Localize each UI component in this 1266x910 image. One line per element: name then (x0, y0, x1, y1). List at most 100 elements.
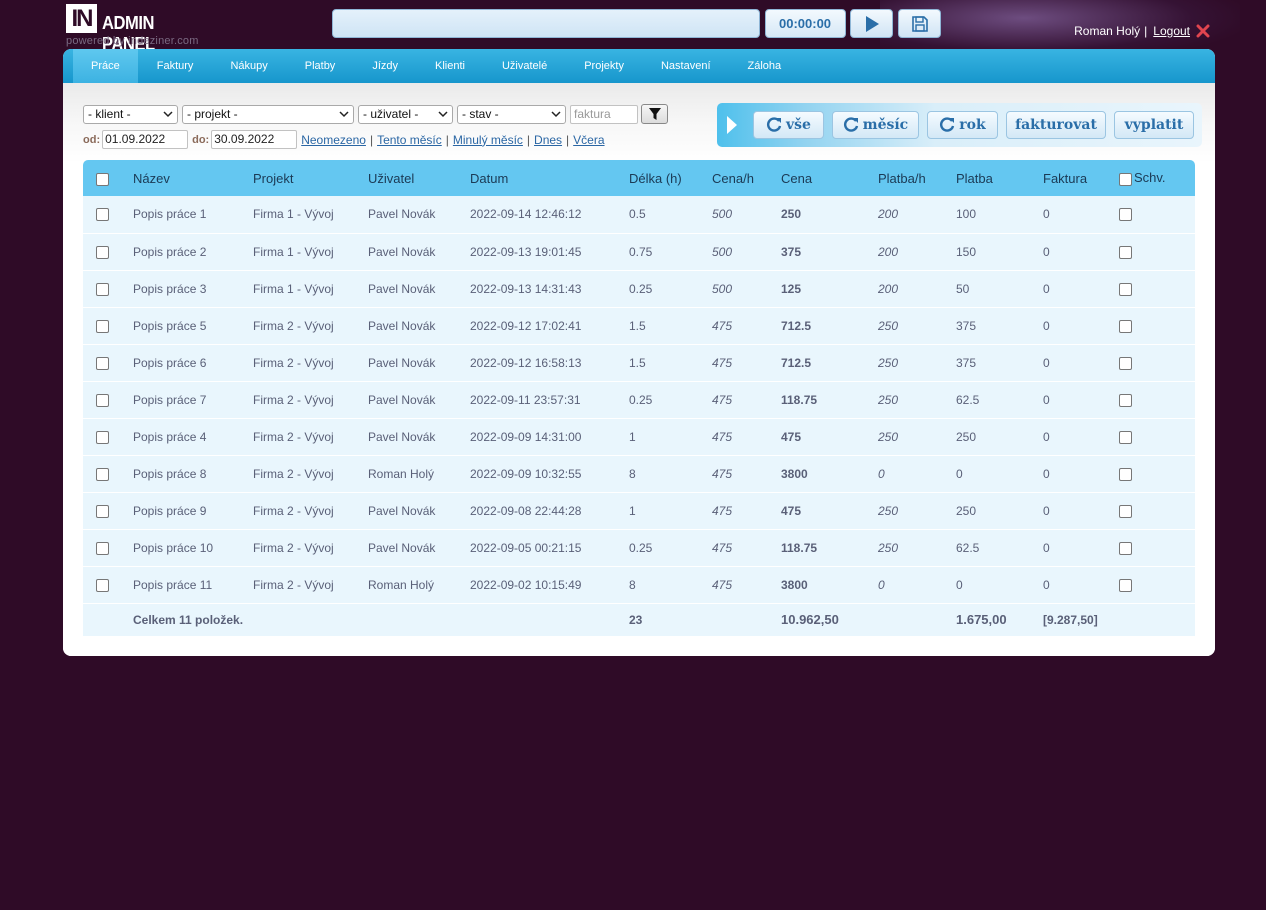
timer-description-input[interactable] (332, 9, 760, 38)
footer-hours: 23 (629, 602, 712, 637)
cell-project: Firma 2 - Vývoj (253, 307, 368, 345)
approve-checkbox[interactable] (1119, 430, 1132, 444)
col-price[interactable]: Cena (781, 160, 878, 196)
work-table: Název Projekt Uživatel Datum Délka (h) C… (83, 160, 1195, 637)
cell-user: Pavel Novák (368, 344, 470, 382)
table-row[interactable]: Popis práce 3 Firma 1 - Vývoj Pavel Novák 2… (83, 270, 1195, 308)
cell-date: 2022-09-09 10:32:55 (470, 455, 629, 493)
tab-jizdy[interactable]: Jízdy (354, 49, 416, 83)
timer-display[interactable]: 00:00:00 (765, 9, 846, 38)
tab-nakupy[interactable]: Nákupy (212, 49, 285, 83)
col-project[interactable]: Projekt (253, 160, 368, 196)
col-name[interactable]: Název (133, 160, 253, 196)
to-date-input[interactable]: 30.09.2022 (211, 130, 298, 149)
link-today[interactable]: Dnes (534, 133, 562, 147)
table-row[interactable]: Popis práce 1 Firma 1 - Vývoj Pavel Novák 2… (83, 196, 1195, 234)
client-select[interactable]: - klient - (83, 104, 178, 124)
row-checkbox[interactable] (96, 578, 109, 592)
tab-platby[interactable]: Platby (287, 49, 354, 83)
cell-invoice: 0 (1043, 529, 1119, 567)
tab-zaloha[interactable]: Záloha (730, 49, 800, 83)
state-select-value: - stav - (462, 106, 499, 121)
approve-checkbox[interactable] (1119, 208, 1132, 222)
cell-name: Popis práce 10 (133, 529, 253, 567)
close-icon[interactable] (1196, 24, 1210, 38)
approve-checkbox[interactable] (1119, 356, 1132, 370)
approve-checkbox[interactable] (1119, 578, 1132, 592)
select-all-checkbox[interactable] (96, 172, 109, 186)
refresh-month-button[interactable]: měsíc (832, 111, 919, 139)
invoice-input[interactable]: faktura (570, 104, 638, 124)
approve-checkbox[interactable] (1119, 504, 1132, 518)
refresh-all-button[interactable]: vše (753, 111, 824, 139)
logout-link[interactable]: Logout (1153, 24, 1190, 38)
tab-prace[interactable]: Práce (73, 49, 138, 83)
table-row[interactable]: Popis práce 4 Firma 2 - Vývoj Pavel Novák 2… (83, 418, 1195, 456)
timer-play-button[interactable] (850, 9, 893, 38)
row-checkbox[interactable] (96, 541, 109, 555)
project-select[interactable]: - projekt - (182, 104, 354, 124)
col-hours[interactable]: Délka (h) (629, 160, 712, 196)
user-select[interactable]: - uživatel - (358, 104, 453, 124)
table-row[interactable]: Popis práce 5 Firma 2 - Vývoj Pavel Novák 2… (83, 307, 1195, 345)
filter-button[interactable] (641, 104, 668, 124)
logo[interactable]: IN ADMIN PANEL powered by indeziner.com (66, 4, 216, 54)
col-pay-rate[interactable]: Platba/h (878, 160, 956, 196)
approve-all-checkbox[interactable] (1119, 172, 1132, 186)
approve-checkbox[interactable] (1119, 282, 1132, 296)
link-this-month[interactable]: Tento měsíc (377, 133, 442, 147)
table-row[interactable]: Popis práce 7 Firma 2 - Vývoj Pavel Novák 2… (83, 381, 1195, 419)
row-checkbox-cell (83, 418, 133, 456)
cell-payment: 375 (956, 307, 1043, 345)
row-checkbox[interactable] (96, 504, 109, 518)
tab-faktury[interactable]: Faktury (139, 49, 212, 83)
link-last-month[interactable]: Minulý měsíc (453, 133, 523, 147)
link-unlimited[interactable]: Neomezeno (301, 133, 366, 147)
cell-pay-rate: 200 (878, 233, 956, 271)
invoice-button[interactable]: fakturovat (1006, 111, 1106, 139)
to-label: do: (192, 133, 210, 146)
refresh-year-button[interactable]: rok (927, 111, 998, 139)
cell-project: Firma 1 - Vývoj (253, 270, 368, 308)
cell-project: Firma 2 - Vývoj (253, 455, 368, 493)
col-date[interactable]: Datum (470, 160, 629, 196)
cell-date: 2022-09-05 00:21:15 (470, 529, 629, 567)
approve-checkbox[interactable] (1119, 319, 1132, 333)
table-row[interactable]: Popis práce 2 Firma 1 - Vývoj Pavel Novák 2… (83, 233, 1195, 271)
approve-checkbox[interactable] (1119, 541, 1132, 555)
table-row[interactable]: Popis práce 9 Firma 2 - Vývoj Pavel Novák 2… (83, 492, 1195, 530)
row-checkbox[interactable] (96, 467, 109, 481)
table-row[interactable]: Popis práce 11 Firma 2 - Vývoj Roman Holý 2… (83, 566, 1195, 604)
row-checkbox[interactable] (96, 208, 109, 222)
approve-checkbox[interactable] (1119, 245, 1132, 259)
table-row[interactable]: Popis práce 6 Firma 2 - Vývoj Pavel Novák 2… (83, 344, 1195, 382)
row-checkbox-cell (83, 566, 133, 604)
col-payment[interactable]: Platba (956, 160, 1043, 196)
timer-save-button[interactable] (898, 9, 941, 38)
row-checkbox[interactable] (96, 245, 109, 259)
tab-klienti[interactable]: Klienti (417, 49, 483, 83)
footer-price: 10.962,50 (781, 602, 878, 637)
table-row[interactable]: Popis práce 8 Firma 2 - Vývoj Roman Holý 20… (83, 455, 1195, 493)
approve-checkbox[interactable] (1119, 467, 1132, 481)
tab-nastaveni[interactable]: Nastavení (643, 49, 729, 83)
approve-checkbox[interactable] (1119, 393, 1132, 407)
row-checkbox[interactable] (96, 393, 109, 407)
pay-button[interactable]: vyplatit (1114, 111, 1194, 139)
from-date-input[interactable]: 01.09.2022 (102, 130, 189, 149)
row-checkbox[interactable] (96, 356, 109, 370)
row-checkbox[interactable] (96, 430, 109, 444)
col-rate[interactable]: Cena/h (712, 160, 781, 196)
tab-uzivatele[interactable]: Uživatelé (484, 49, 565, 83)
col-user[interactable]: Uživatel (368, 160, 470, 196)
cell-pay-rate: 200 (878, 270, 956, 308)
cell-project: Firma 2 - Vývoj (253, 418, 368, 456)
main-panel: Práce Faktury Nákupy Platby Jízdy Klient… (63, 49, 1215, 656)
table-row[interactable]: Popis práce 10 Firma 2 - Vývoj Pavel Novák… (83, 529, 1195, 567)
row-checkbox[interactable] (96, 282, 109, 296)
link-yesterday[interactable]: Včera (573, 133, 604, 147)
tab-projekty[interactable]: Projekty (566, 49, 642, 83)
state-select[interactable]: - stav - (457, 104, 566, 124)
row-checkbox[interactable] (96, 319, 109, 333)
col-invoice[interactable]: Faktura (1043, 160, 1119, 196)
